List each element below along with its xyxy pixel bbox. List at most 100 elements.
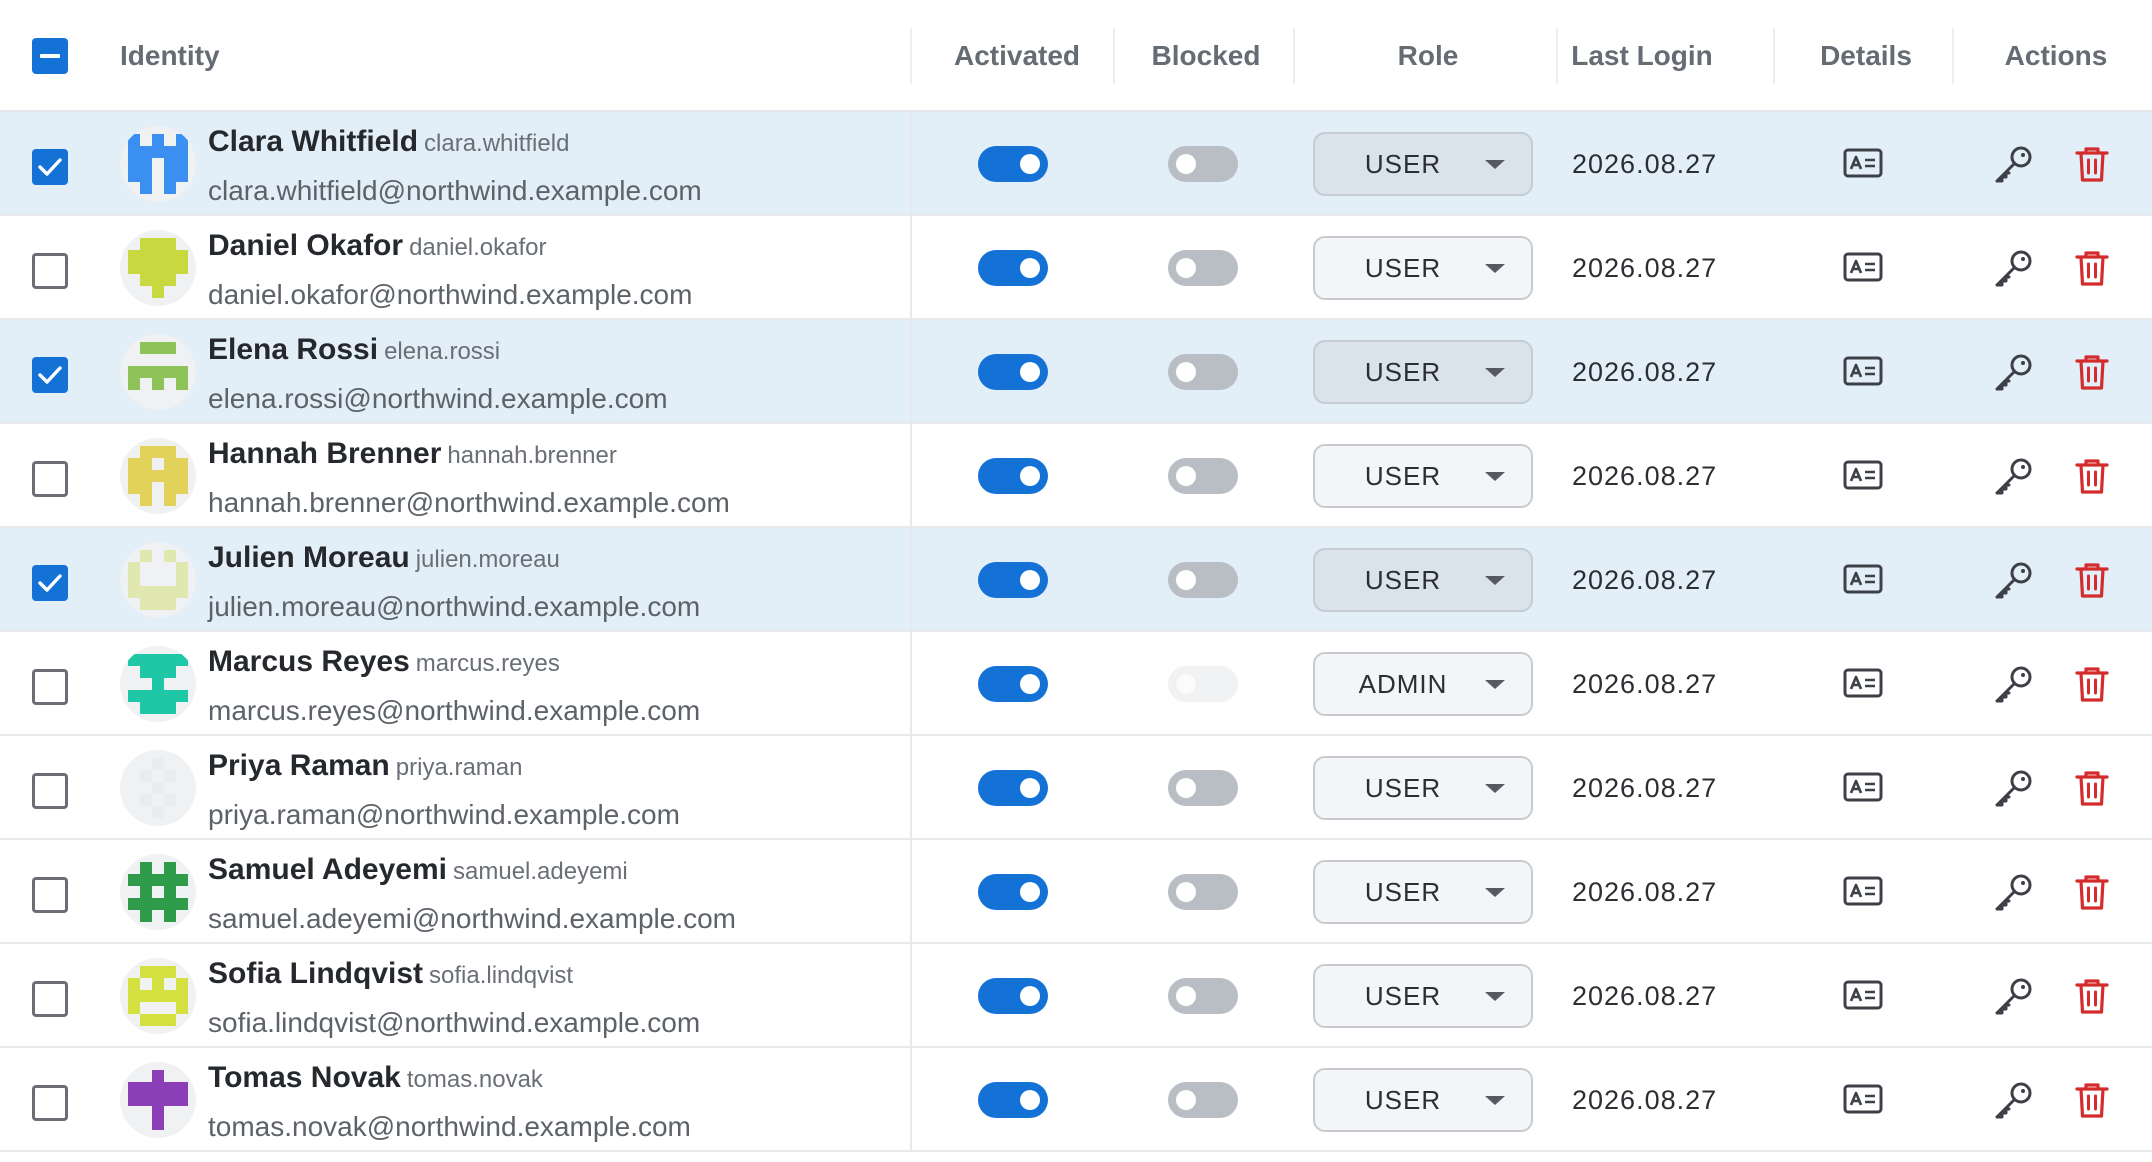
user-full-name[interactable]: Priya Raman (208, 749, 390, 782)
key-icon[interactable] (1992, 766, 2036, 810)
table-row: Elena Rossi elena.rossi elena.rossi@north… (0, 320, 2152, 424)
role-select[interactable]: USER (1313, 340, 1533, 404)
row-select-checkbox[interactable] (32, 357, 68, 393)
trash-icon[interactable] (2072, 352, 2112, 392)
activated-toggle[interactable] (978, 250, 1048, 286)
toggle-knob (1020, 258, 1040, 278)
user-full-name[interactable]: Marcus Reyes (208, 645, 410, 678)
user-full-name[interactable]: Hannah Brenner (208, 437, 441, 470)
last-login-date: 2026.08.27 (1572, 1085, 1718, 1115)
role-select[interactable]: USER (1313, 548, 1533, 612)
role-select[interactable]: USER (1313, 132, 1533, 196)
column-header-role[interactable]: Role (1293, 0, 1563, 112)
row-select-checkbox[interactable] (32, 149, 68, 185)
id-card-icon[interactable] (1843, 668, 1883, 698)
blocked-toggle[interactable] (1168, 458, 1238, 494)
id-card-icon[interactable] (1843, 252, 1883, 282)
column-divider (910, 944, 912, 1046)
row-select-checkbox[interactable] (32, 461, 68, 497)
user-full-name[interactable]: Julien Moreau (208, 541, 410, 574)
id-card-icon[interactable] (1843, 772, 1883, 802)
activated-toggle[interactable] (978, 146, 1048, 182)
role-select[interactable]: USER (1313, 236, 1533, 300)
role-select-value: USER (1364, 565, 1442, 595)
activated-toggle[interactable] (978, 1082, 1048, 1118)
row-select-checkbox[interactable] (32, 1085, 68, 1121)
role-select[interactable]: ADMIN (1313, 652, 1533, 716)
activated-toggle[interactable] (978, 978, 1048, 1014)
role-select[interactable]: USER (1313, 964, 1533, 1028)
blocked-toggle[interactable] (1168, 146, 1238, 182)
trash-icon[interactable] (2072, 976, 2112, 1016)
blocked-toggle[interactable] (1168, 770, 1238, 806)
activated-toggle[interactable] (978, 874, 1048, 910)
user-username: marcus.reyes (415, 650, 560, 677)
trash-icon[interactable] (2072, 456, 2112, 496)
trash-icon[interactable] (2072, 872, 2112, 912)
role-select[interactable]: USER (1313, 444, 1533, 508)
key-icon[interactable] (1992, 142, 2036, 186)
user-username: daniel.okafor (409, 234, 547, 261)
id-card-icon[interactable] (1843, 980, 1883, 1010)
activated-toggle[interactable] (978, 666, 1048, 702)
key-icon[interactable] (1992, 558, 2036, 602)
row-select-checkbox[interactable] (32, 877, 68, 913)
chevron-down-icon (1485, 784, 1505, 793)
user-full-name[interactable]: Daniel Okafor (208, 229, 403, 262)
blocked-toggle[interactable] (1168, 250, 1238, 286)
key-icon[interactable] (1992, 1078, 2036, 1122)
key-icon[interactable] (1992, 350, 2036, 394)
column-header-blocked[interactable]: Blocked (1113, 0, 1299, 112)
role-select[interactable]: USER (1313, 756, 1533, 820)
trash-icon[interactable] (2072, 664, 2112, 704)
key-icon[interactable] (1992, 454, 2036, 498)
key-icon[interactable] (1992, 870, 2036, 914)
blocked-toggle[interactable] (1168, 874, 1238, 910)
column-divider (910, 1048, 912, 1150)
activated-toggle[interactable] (978, 458, 1048, 494)
row-select-checkbox[interactable] (32, 669, 68, 705)
blocked-toggle[interactable] (1168, 1082, 1238, 1118)
trash-icon[interactable] (2072, 144, 2112, 184)
id-card-icon[interactable] (1843, 876, 1883, 906)
user-email: clara.whitfield@northwind.example.com (208, 175, 702, 206)
row-select-checkbox[interactable] (32, 981, 68, 1017)
role-select[interactable]: USER (1313, 1068, 1533, 1132)
activated-toggle[interactable] (978, 562, 1048, 598)
id-card-icon[interactable] (1843, 356, 1883, 386)
column-header-activated[interactable]: Activated (912, 0, 1122, 112)
blocked-toggle[interactable] (1168, 354, 1238, 390)
blocked-toggle[interactable] (1168, 978, 1238, 1014)
key-icon[interactable] (1992, 662, 2036, 706)
blocked-toggle[interactable] (1168, 562, 1238, 598)
blocked-toggle[interactable] (1168, 666, 1238, 702)
id-card-icon[interactable] (1843, 148, 1883, 178)
user-full-name[interactable]: Sofia Lindqvist (208, 957, 423, 990)
avatar (120, 958, 196, 1034)
role-select[interactable]: USER (1313, 860, 1533, 924)
user-email: priya.raman@northwind.example.com (208, 799, 680, 830)
trash-icon[interactable] (2072, 248, 2112, 288)
trash-icon[interactable] (2072, 560, 2112, 600)
user-full-name[interactable]: Tomas Novak (208, 1061, 401, 1094)
key-icon[interactable] (1992, 974, 2036, 1018)
id-card-icon[interactable] (1843, 460, 1883, 490)
id-card-icon[interactable] (1843, 564, 1883, 594)
identity-cell: Daniel Okafor daniel.okafor daniel.okafor… (208, 226, 692, 315)
column-divider (910, 424, 912, 526)
key-icon[interactable] (1992, 246, 2036, 290)
column-header-last-login[interactable]: Last Login (1556, 0, 1728, 112)
trash-icon[interactable] (2072, 1080, 2112, 1120)
trash-icon[interactable] (2072, 768, 2112, 808)
column-header-identity[interactable]: Identity (120, 0, 220, 112)
row-select-checkbox[interactable] (32, 253, 68, 289)
row-select-checkbox[interactable] (32, 565, 68, 601)
activated-toggle[interactable] (978, 770, 1048, 806)
id-card-icon[interactable] (1843, 1084, 1883, 1114)
user-full-name[interactable]: Clara Whitfield (208, 125, 418, 158)
user-full-name[interactable]: Samuel Adeyemi (208, 853, 447, 886)
row-select-checkbox[interactable] (32, 773, 68, 809)
select-all-checkbox[interactable] (32, 38, 68, 74)
activated-toggle[interactable] (978, 354, 1048, 390)
user-full-name[interactable]: Elena Rossi (208, 333, 378, 366)
